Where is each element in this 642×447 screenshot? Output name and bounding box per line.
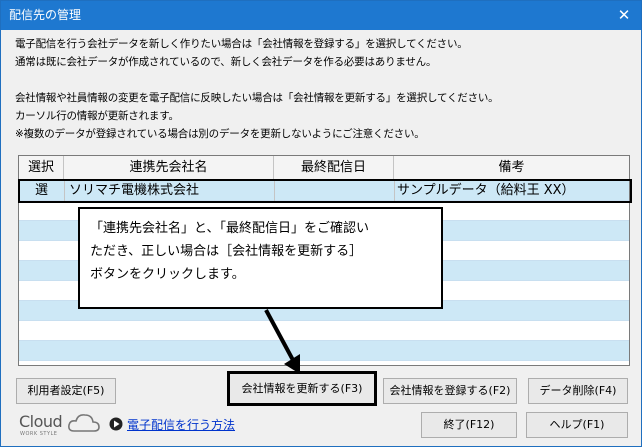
callout-line-2: ただき、正しい場合は［会社情報を更新する］ [90,244,363,259]
column-divider [394,181,395,201]
dialog-window: 配信先の管理 ✕ 電子配信を行う会社データを新しく作りたい場合は「会社情報を登録… [0,0,642,447]
window-title: 配信先の管理 [9,8,82,22]
message-line-1: 電子配信を行う会社データを新しく作りたい場合は「会社情報を登録する」を選択してく… [15,38,468,50]
logo-text: Cloud [19,412,63,431]
column-header-company[interactable]: 連携先会社名 [64,156,274,180]
message-line-2: 通常は既に会社データが作成されているので、新しく会社データを作る必要はありません… [15,56,437,68]
grid-header: 選択 連携先会社名 最終配信日 備考 [19,156,629,180]
row-company-cell[interactable]: ソリマチ電機株式会社 [69,181,274,201]
row-date-cell[interactable] [279,181,394,201]
exit-button[interactable]: 終了(F12) [421,412,517,438]
column-header-note[interactable]: 備考 [394,156,629,180]
title-bar[interactable]: 配信先の管理 ✕ [1,1,641,30]
help-link[interactable]: 電子配信を行う方法 [127,417,235,433]
callout-arrow-icon [264,309,300,374]
update-company-button[interactable]: 会社情報を更新する(F3) [227,371,377,406]
close-icon[interactable]: ✕ [615,6,633,24]
message-line-5: ※複数のデータが登録されている場合は別のデータを更新しないようにご注意ください。 [15,128,425,140]
table-row-empty[interactable] [19,341,629,361]
message-line-4: カーソル行の情報が更新されます。 [15,110,179,122]
user-settings-button[interactable]: 利用者設定(F5) [16,378,116,404]
column-header-select[interactable]: 選択 [19,156,64,180]
logo-subtext: WORK STYLE [20,431,58,437]
callout-line-1: 「連携先会社名」と、「最終配信日」をご確認い [90,221,369,236]
column-header-last-date[interactable]: 最終配信日 [274,156,394,180]
message-line-3: 会社情報や社員情報の変更を電子配信に反映したい場合は「会社情報を更新する」を選択… [15,92,499,104]
register-company-button[interactable]: 会社情報を登録する(F2) [383,378,517,404]
column-divider [274,181,275,201]
callout-line-3: ボタンをクリックします。 [90,267,245,282]
row-note-cell[interactable]: サンプルデータ（給料王 XX） [397,181,629,201]
help-button[interactable]: ヘルプ(F1) [526,412,628,438]
cloud-icon [68,414,100,432]
table-row-empty[interactable] [19,321,629,341]
instruction-callout: 「連携先会社名」と、「最終配信日」をご確認い ただき、正しい場合は［会社情報を更… [78,207,443,309]
column-divider [64,181,65,201]
delete-data-button[interactable]: データ削除(F4) [528,378,628,404]
play-icon[interactable] [109,417,123,431]
table-row[interactable]: 選 ソリマチ電機株式会社 サンプルデータ（給料王 XX） [19,181,629,201]
row-select-cell[interactable]: 選 [19,181,64,201]
